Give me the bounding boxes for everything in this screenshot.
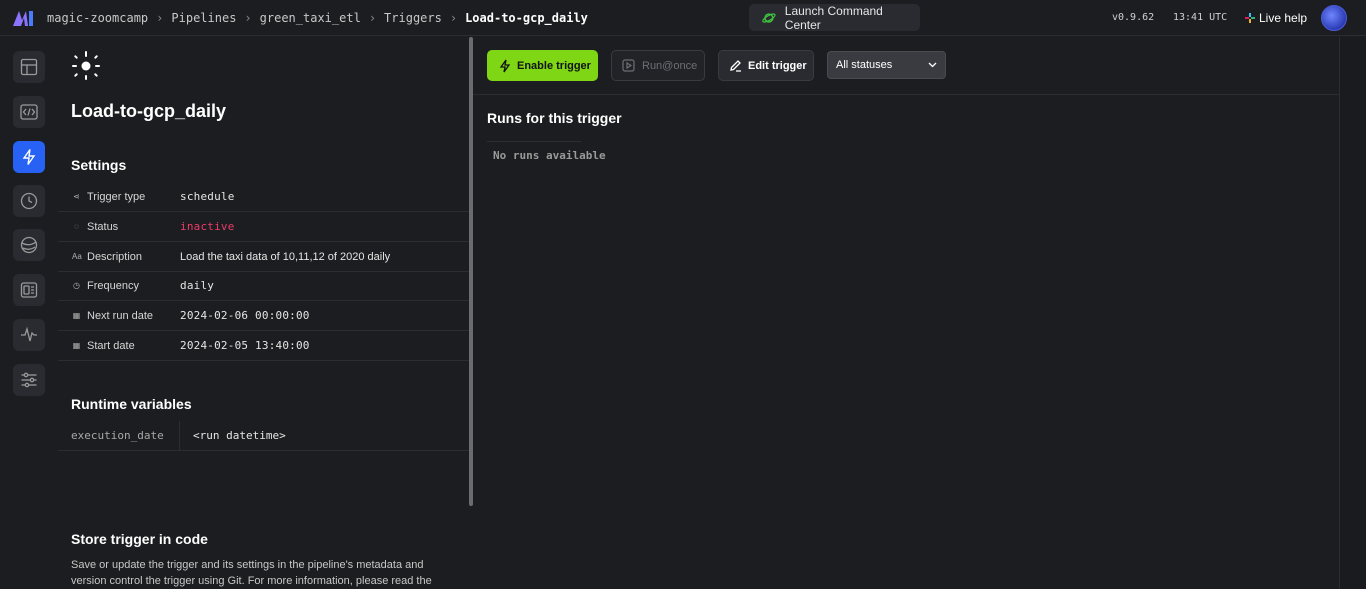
setting-label: Start date (87, 339, 135, 352)
setting-value: Load the taxi data of 10,11,12 of 2020 d… (180, 250, 391, 263)
breadcrumb-pipelines[interactable]: Pipelines (171, 11, 236, 25)
planet-icon (762, 12, 776, 23)
chevron-down-icon (928, 62, 937, 68)
breadcrumb-pipeline[interactable]: green_taxi_etl (260, 11, 361, 25)
right-sidebar (1339, 37, 1366, 589)
command-center-label: Launch Command Center (784, 3, 883, 32)
chevron-right-icon: › (156, 11, 164, 25)
calendar-icon: ▦ (72, 311, 81, 320)
schedule-sun-icon (72, 51, 100, 80)
breadcrumb-current: Load-to-gcp_daily (465, 11, 588, 25)
trigger-type-icon: ⋖ (73, 192, 80, 201)
chevron-right-icon: › (368, 11, 377, 25)
enable-trigger-button[interactable]: Enable trigger (487, 50, 598, 81)
terminal-icon (20, 282, 38, 298)
lightning-icon (499, 59, 511, 72)
run-once-button[interactable]: Run@once (611, 50, 705, 81)
breadcrumb: magic-zoomcamp › Pipelines › green_taxi_… (47, 11, 588, 25)
nav-triggers[interactable] (13, 141, 45, 173)
slack-icon (1245, 13, 1255, 23)
nav-pipelines-layout[interactable] (13, 51, 45, 83)
setting-label: Frequency (87, 279, 139, 292)
nav-monitor[interactable] (13, 319, 45, 351)
store-trigger-heading: Store trigger in code (71, 531, 208, 547)
status-filter-select[interactable]: All statuses (827, 51, 946, 79)
setting-row-start-date: ▦ Start date 2024-02-05 13:40:00 (58, 331, 470, 361)
nav-runs[interactable] (13, 185, 45, 217)
setting-row-frequency: ◷ Frequency daily (58, 271, 470, 301)
runtime-variable-value: <run datetime> (193, 429, 286, 442)
setting-row-next-run-date: ▦ Next run date 2024-02-06 00:00:00 (58, 301, 470, 331)
setting-value: 2024-02-05 13:40:00 (180, 339, 310, 352)
status-badge: inactive (180, 220, 235, 233)
nav-settings[interactable] (13, 364, 45, 396)
launch-command-center-button[interactable]: Launch Command Center (749, 3, 920, 32)
pencil-icon (730, 60, 741, 72)
layout-icon (20, 58, 38, 76)
runtime-variable-key: execution_date (58, 420, 180, 451)
clock-icon (20, 192, 38, 210)
run-once-label: Run@once (642, 59, 698, 72)
chevron-right-icon: › (244, 11, 252, 25)
left-navigation (0, 37, 58, 589)
nav-code-editor[interactable] (13, 96, 45, 128)
setting-row-status: ◌ Status inactive (58, 212, 470, 242)
version-label: v0.9.62 (1112, 12, 1155, 23)
store-trigger-description: Save or update the trigger and its setti… (71, 559, 432, 587)
status-icon: ◌ (74, 222, 79, 231)
top-bar: magic-zoomcamp › Pipelines › green_taxi_… (0, 0, 1366, 36)
setting-label: Description (87, 250, 143, 263)
avatar[interactable] (1321, 5, 1347, 31)
activity-icon (21, 326, 37, 342)
setting-value: schedule (180, 190, 235, 203)
trigger-title: Load-to-gcp_daily (71, 101, 227, 121)
globe-icon (20, 236, 38, 254)
run-once-icon (622, 59, 635, 72)
trigger-details-panel: Load-to-gcp_daily Settings ⋖ Trigger typ… (58, 37, 470, 589)
edit-trigger-label: Edit trigger (748, 59, 807, 72)
lightning-icon (22, 149, 36, 165)
breadcrumb-triggers[interactable]: Triggers (384, 11, 442, 25)
setting-label: Status (87, 220, 119, 233)
code-icon (20, 104, 38, 120)
toolbar-divider (473, 94, 1339, 95)
calendar-icon: ▦ (72, 341, 81, 350)
runtime-variable-row: execution_date <run datetime> (58, 420, 470, 451)
enable-trigger-label: Enable trigger (517, 59, 591, 72)
nav-backfills[interactable] (13, 229, 45, 261)
clock-icon: ◷ (73, 281, 80, 290)
setting-value: daily (180, 279, 215, 292)
status-filter-value: All statuses (836, 59, 893, 71)
live-help-label: Live help (1259, 11, 1308, 25)
empty-state-text: No runs available (493, 149, 606, 162)
mage-logo-icon[interactable] (12, 9, 34, 27)
nav-logs[interactable] (13, 274, 45, 306)
runs-divider (487, 141, 581, 142)
runtime-variables-heading: Runtime variables (71, 396, 192, 412)
setting-label: Next run date (87, 309, 154, 322)
live-help-link[interactable]: Live help (1245, 11, 1307, 25)
settings-sliders-icon (21, 372, 37, 388)
text-icon: Aa (72, 252, 82, 261)
setting-value: 2024-02-06 00:00:00 (180, 309, 310, 322)
runs-heading: Runs for this trigger (487, 110, 622, 126)
setting-label: Trigger type (87, 190, 146, 203)
chevron-right-icon: › (449, 11, 458, 25)
settings-heading: Settings (71, 157, 127, 173)
setting-row-trigger-type: ⋖ Trigger type schedule (58, 182, 470, 212)
trigger-runs-panel: Enable trigger Run@once Edit trigger All… (473, 37, 1366, 589)
edit-trigger-button[interactable]: Edit trigger (718, 50, 814, 81)
clock-label: 13:41 UTC (1173, 12, 1228, 23)
setting-row-description: Aa Description Load the taxi data of 10,… (58, 242, 470, 272)
breadcrumb-project[interactable]: magic-zoomcamp (47, 11, 148, 25)
